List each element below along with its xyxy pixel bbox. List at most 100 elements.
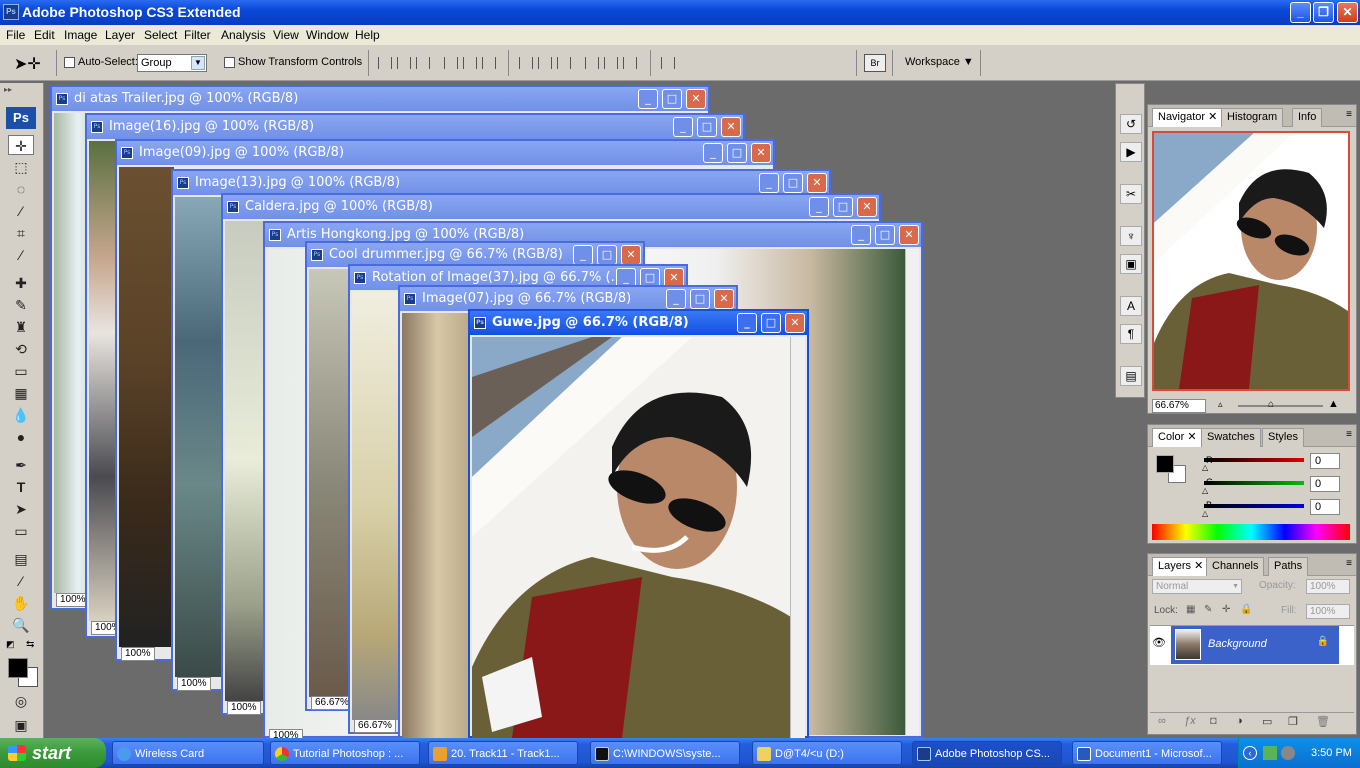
menu-view[interactable]: View (273, 25, 299, 45)
tab-histogram[interactable]: Histogram (1221, 108, 1284, 127)
actions-icon[interactable]: ▶ (1120, 142, 1142, 162)
document-title-bar[interactable]: Ps Guwe.jpg @ 66.7% (RGB/8) _ □ ✕ (470, 311, 807, 335)
blur-tool-icon[interactable]: 💧 (8, 405, 34, 425)
path-selection-tool-icon[interactable]: ➤ (8, 499, 34, 519)
slider-thumb-icon[interactable]: △ (1202, 509, 1208, 518)
zoom-level[interactable]: 100% (227, 701, 261, 715)
task-wireless-card[interactable]: Wireless Card (112, 741, 264, 765)
layer-comps-icon[interactable]: ▤ (1120, 366, 1142, 386)
doc-minimize-button[interactable]: _ (703, 143, 723, 163)
document-title-bar[interactable]: Ps Image(07).jpg @ 66.7% (RGB/8) _ □ ✕ (400, 287, 736, 311)
red-value-field[interactable]: 0 (1310, 453, 1340, 469)
document-title-bar[interactable]: Ps Image(09).jpg @ 100% (RGB/8) _ □ ✕ (117, 141, 773, 165)
hand-tool-icon[interactable]: ✋ (8, 593, 34, 613)
document-window-guwe[interactable]: Ps Guwe.jpg @ 66.7% (RGB/8) _ □ ✕ (468, 309, 809, 738)
doc-maximize-button[interactable]: □ (761, 313, 781, 333)
doc-maximize-button[interactable]: □ (875, 225, 895, 245)
document-canvas[interactable] (402, 313, 472, 738)
blue-slider[interactable] (1204, 504, 1304, 508)
tab-styles[interactable]: Styles (1262, 428, 1304, 447)
doc-minimize-button[interactable]: _ (851, 225, 871, 245)
distribute-vcenter-icon[interactable] (538, 57, 552, 69)
task-tutorial-photoshop[interactable]: Tutorial Photoshop : ... (270, 741, 420, 765)
rectangle-tool-icon[interactable]: ▭ (8, 521, 34, 541)
close-button[interactable]: ✕ (1337, 2, 1358, 23)
zoom-tool-icon[interactable]: 🔍 (8, 615, 34, 635)
menu-file[interactable]: File (6, 25, 25, 45)
zoom-level[interactable]: 100% (177, 677, 211, 691)
doc-minimize-button[interactable]: _ (809, 197, 829, 217)
task-command-prompt[interactable]: C:\WINDOWS\syste... (590, 741, 740, 765)
menu-window[interactable]: Window (306, 25, 349, 45)
blend-mode-dropdown[interactable]: Normal ▼ (1152, 579, 1242, 594)
zoom-level[interactable]: 100% (121, 647, 155, 661)
brush-tool-icon[interactable]: ✎ (8, 295, 34, 315)
fill-field[interactable]: 100% (1306, 604, 1350, 619)
doc-maximize-button[interactable]: □ (697, 117, 717, 137)
layer-row-background[interactable]: Background 🔒 (1171, 626, 1339, 664)
eraser-tool-icon[interactable]: ▭ (8, 361, 34, 381)
red-slider[interactable] (1204, 458, 1304, 462)
tab-layers[interactable]: Layers ✕ (1152, 557, 1210, 576)
doc-close-button[interactable]: ✕ (686, 89, 706, 109)
align-vcenter-icon[interactable] (397, 57, 411, 69)
bridge-icon[interactable]: Br (864, 54, 886, 72)
close-icon[interactable]: ✕ (1187, 431, 1196, 443)
doc-maximize-button[interactable]: □ (662, 89, 682, 109)
doc-close-button[interactable]: ✕ (785, 313, 805, 333)
document-title-bar[interactable]: Ps Caldera.jpg @ 100% (RGB/8) _ □ ✕ (223, 195, 879, 219)
doc-close-button[interactable]: ✕ (751, 143, 771, 163)
doc-maximize-button[interactable]: □ (783, 173, 803, 193)
doc-close-button[interactable]: ✕ (621, 245, 641, 265)
restore-button[interactable]: ❐ (1313, 2, 1334, 23)
eyedropper-tool-icon[interactable]: ⁄ (8, 571, 34, 591)
green-slider[interactable] (1204, 481, 1304, 485)
doc-maximize-button[interactable]: □ (690, 289, 710, 309)
lock-pixels-icon[interactable]: ✎ (1204, 604, 1212, 615)
network-tray-icon[interactable] (1263, 746, 1277, 760)
doc-close-button[interactable]: ✕ (714, 289, 734, 309)
doc-minimize-button[interactable]: _ (737, 313, 757, 333)
doc-maximize-button[interactable]: □ (597, 245, 617, 265)
zoom-slider[interactable] (1238, 405, 1323, 407)
document-canvas[interactable] (175, 197, 225, 677)
doc-minimize-button[interactable]: _ (666, 289, 686, 309)
start-button[interactable]: start (0, 738, 106, 768)
notes-tool-icon[interactable]: ▤ (8, 549, 34, 569)
doc-minimize-button[interactable]: _ (573, 245, 593, 265)
menu-layer[interactable]: Layer (105, 25, 135, 45)
clone-source-icon[interactable]: ▣ (1120, 254, 1142, 274)
green-value-field[interactable]: 0 (1310, 476, 1340, 492)
magic-wand-tool-icon[interactable]: ⁄ (8, 201, 34, 221)
doc-close-button[interactable]: ✕ (721, 117, 741, 137)
document-title-bar[interactable]: Ps Image(13).jpg @ 100% (RGB/8) _ □ ✕ (173, 171, 829, 195)
pen-tool-icon[interactable]: ✒ (8, 455, 34, 475)
close-icon[interactable]: ✕ (1208, 111, 1217, 123)
volume-tray-icon[interactable] (1281, 746, 1295, 760)
document-canvas[interactable] (472, 337, 791, 738)
auto-select-checkbox[interactable] (64, 57, 75, 71)
crop-tool-icon[interactable]: ⌗ (8, 223, 34, 243)
doc-maximize-button[interactable]: □ (833, 197, 853, 217)
tab-swatches[interactable]: Swatches (1201, 428, 1261, 447)
task-track11[interactable]: 20. Track11 - Track1... (428, 741, 578, 765)
ps-logo-icon[interactable]: Ps (6, 107, 36, 129)
align-hcenter-icon[interactable] (463, 57, 477, 69)
menu-analysis[interactable]: Analysis (221, 25, 266, 45)
auto-select-dropdown[interactable]: Group ▼ (137, 54, 207, 72)
type-tool-icon[interactable]: T (8, 477, 34, 497)
tab-paths[interactable]: Paths (1268, 557, 1309, 576)
foreground-color-swatch[interactable] (8, 658, 28, 678)
distribute-hcenter-icon[interactable] (604, 57, 618, 69)
auto-align-icon[interactable] (661, 57, 675, 69)
menu-edit[interactable]: Edit (34, 25, 55, 45)
zoom-level[interactable]: 66.67% (354, 719, 396, 733)
blue-value-field[interactable]: 0 (1310, 499, 1340, 515)
navigator-zoom-field[interactable]: 66.67% (1152, 399, 1206, 413)
task-microsoft-word[interactable]: Document1 - Microsof... (1072, 741, 1222, 765)
doc-close-button[interactable]: ✕ (807, 173, 827, 193)
layer-style-icon[interactable]: ƒx (1184, 715, 1196, 727)
quick-mask-icon[interactable]: ◎ (8, 691, 34, 711)
minimize-button[interactable]: _ (1290, 2, 1311, 23)
doc-maximize-button[interactable]: □ (727, 143, 747, 163)
